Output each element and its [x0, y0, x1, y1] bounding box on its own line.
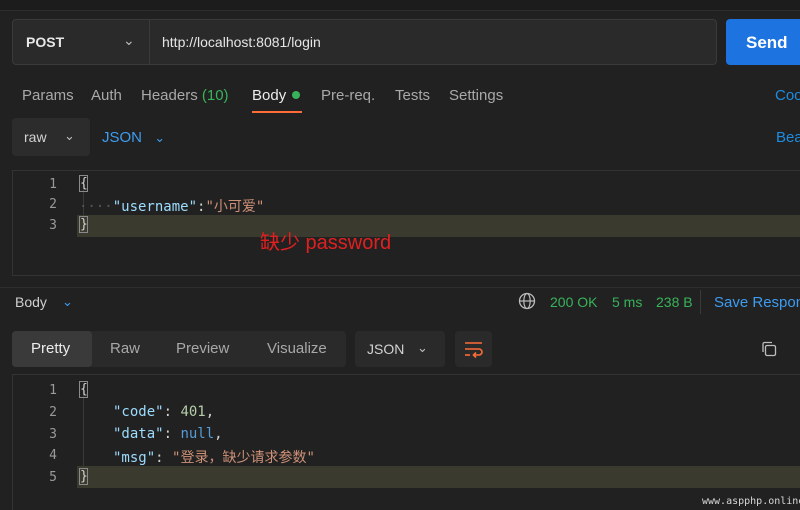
annotation-missing-password: 缺少 password	[260, 232, 392, 254]
response-format-label: JSON	[367, 341, 405, 357]
status-code[interactable]: 200 OK	[550, 294, 597, 310]
url-text: http://localhost:8081/login	[162, 34, 321, 50]
line-number: 1	[49, 383, 57, 398]
code-line: "code": 401,	[113, 404, 214, 420]
body-modified-dot	[292, 91, 301, 100]
response-body-label[interactable]: Body	[15, 294, 47, 310]
json-separator: :	[163, 426, 181, 442]
line-number: 2	[49, 197, 57, 212]
code-line: }	[79, 468, 88, 485]
view-tab-visualize[interactable]: Visualize	[267, 340, 327, 357]
tab-body[interactable]: Body	[252, 87, 301, 104]
body-language-select[interactable]: JSON ⌄	[102, 129, 165, 146]
tab-auth[interactable]: Auth	[91, 87, 122, 104]
response-body-viewer[interactable]: 1 2 3 4 5 { "code": 401, "data": null, "…	[12, 374, 800, 510]
active-tab-underline	[252, 111, 302, 113]
code-line: "msg": "登录，缺少请求参数"	[113, 447, 315, 467]
line-number: 3	[49, 427, 57, 442]
code-line: {	[79, 381, 88, 398]
request-body-editor[interactable]: 1 2 3 { ····"username":"小可爱" }	[12, 170, 800, 276]
save-response-button[interactable]: Save Respon	[714, 294, 800, 311]
response-format-select[interactable]: JSON ⌄	[355, 331, 445, 367]
chevron-down-icon: ⌄	[417, 340, 428, 355]
line-number: 1	[49, 177, 57, 192]
body-mode-select[interactable]: raw ⌄	[12, 118, 90, 156]
code-line: {	[79, 175, 88, 192]
response-time[interactable]: 5 ms	[612, 294, 642, 310]
globe-icon[interactable]	[518, 292, 536, 310]
view-tab-pretty[interactable]: Pretty	[31, 340, 70, 357]
chevron-down-icon[interactable]: ⌄	[62, 294, 73, 310]
tab-prereq[interactable]: Pre-req.	[321, 87, 375, 104]
tab-body-label: Body	[252, 87, 287, 104]
window-top-strip	[0, 0, 800, 11]
json-separator: :	[155, 450, 173, 466]
matched-brace: }	[79, 216, 88, 233]
matched-brace: {	[79, 175, 88, 192]
chevron-down-icon: ⌄	[123, 32, 135, 48]
chevron-down-icon: ⌄	[154, 130, 166, 145]
json-value: "登录，缺少请求参数"	[172, 450, 315, 466]
json-comma: ,	[214, 426, 223, 442]
tab-headers[interactable]: Headers (10)	[141, 87, 229, 104]
wrap-lines-button[interactable]	[455, 331, 492, 367]
json-value: 401	[180, 404, 206, 420]
line-number: 3	[49, 218, 57, 233]
json-value: "小可爱"	[205, 199, 265, 215]
json-key: "code"	[113, 404, 164, 420]
json-key: "msg"	[113, 450, 156, 466]
tab-params[interactable]: Params	[22, 87, 74, 104]
chevron-down-icon: ⌄	[64, 128, 75, 143]
code-line: }	[79, 216, 88, 233]
wrap-lines-icon	[465, 342, 483, 359]
line-number: 2	[49, 405, 57, 420]
code-line: "data": null,	[113, 426, 223, 442]
matched-brace: }	[79, 468, 88, 485]
line-number: 4	[49, 448, 57, 463]
json-key: "data"	[113, 426, 164, 442]
whitespace-dots: ····	[79, 199, 113, 215]
method-select[interactable]: POST ⌄	[12, 19, 150, 65]
matched-brace: {	[79, 381, 88, 398]
copy-icon[interactable]	[760, 340, 778, 358]
body-language-label: JSON	[102, 129, 143, 146]
json-comma: ,	[205, 404, 215, 420]
headers-count-badge: (10)	[201, 87, 229, 104]
view-tab-raw[interactable]: Raw	[110, 340, 140, 357]
watermark: www.aspphp.online	[702, 496, 800, 507]
tab-settings[interactable]: Settings	[449, 87, 503, 104]
body-mode-label: raw	[24, 129, 47, 145]
separator	[700, 290, 701, 314]
tab-tests[interactable]: Tests	[395, 87, 430, 104]
section-divider	[0, 287, 800, 288]
current-line-highlight	[77, 466, 800, 488]
tab-headers-label: Headers	[141, 87, 198, 104]
current-line-highlight	[77, 215, 800, 237]
json-separator: :	[163, 404, 181, 420]
response-size[interactable]: 238 B	[656, 294, 693, 310]
method-label: POST	[26, 34, 65, 50]
json-key: "username"	[112, 199, 198, 215]
response-view-tabs: Pretty Raw Preview Visualize	[12, 331, 346, 367]
beautify-link[interactable]: Bea	[776, 129, 800, 146]
code-line: ····"username":"小可爱"	[79, 196, 264, 216]
send-button[interactable]: Send	[726, 19, 800, 65]
line-number: 5	[49, 470, 57, 485]
cookies-link[interactable]: Coo	[775, 87, 800, 104]
json-value: null	[180, 426, 215, 442]
view-tab-preview[interactable]: Preview	[176, 340, 229, 357]
url-input[interactable]: http://localhost:8081/login	[150, 19, 717, 65]
